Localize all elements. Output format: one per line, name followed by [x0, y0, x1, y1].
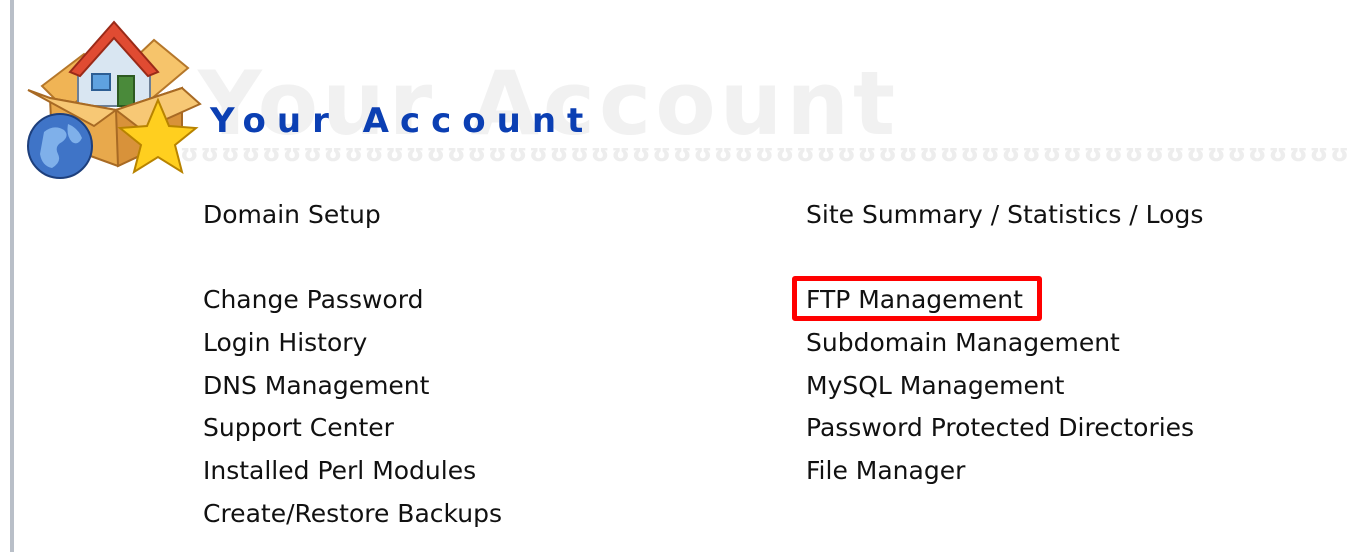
subdomain-management-link[interactable]: Subdomain Management: [806, 328, 1120, 358]
mysql-management-link[interactable]: MySQL Management: [806, 371, 1064, 401]
site-summary-link[interactable]: Site Summary / Statistics / Logs: [806, 200, 1203, 230]
file-manager-link[interactable]: File Manager: [806, 456, 965, 486]
page-title: Your Account: [210, 101, 595, 141]
house-box-globe-star-icon: [27, 20, 202, 179]
section-header: Your Account Your Account ʊʊʊʊʊʊʊʊʊʊʊʊʊʊ…: [0, 0, 1348, 190]
create-restore-backups-link[interactable]: Create/Restore Backups: [203, 499, 502, 529]
domain-setup-link[interactable]: Domain Setup: [203, 200, 381, 230]
installed-perl-modules-link[interactable]: Installed Perl Modules: [203, 456, 476, 486]
account-page: Your Account Your Account ʊʊʊʊʊʊʊʊʊʊʊʊʊʊ…: [0, 0, 1348, 552]
ftp-management-highlight: [792, 276, 1042, 321]
dns-management-link[interactable]: DNS Management: [203, 371, 429, 401]
support-center-link[interactable]: Support Center: [203, 413, 394, 443]
password-protected-directories-link[interactable]: Password Protected Directories: [806, 413, 1194, 443]
change-password-link[interactable]: Change Password: [203, 285, 423, 315]
login-history-link[interactable]: Login History: [203, 328, 367, 358]
header-divider: ʊʊʊʊʊʊʊʊʊʊʊʊʊʊʊʊʊʊʊʊʊʊʊʊʊʊʊʊʊʊʊʊʊʊʊʊʊʊʊʊ…: [180, 140, 1348, 166]
